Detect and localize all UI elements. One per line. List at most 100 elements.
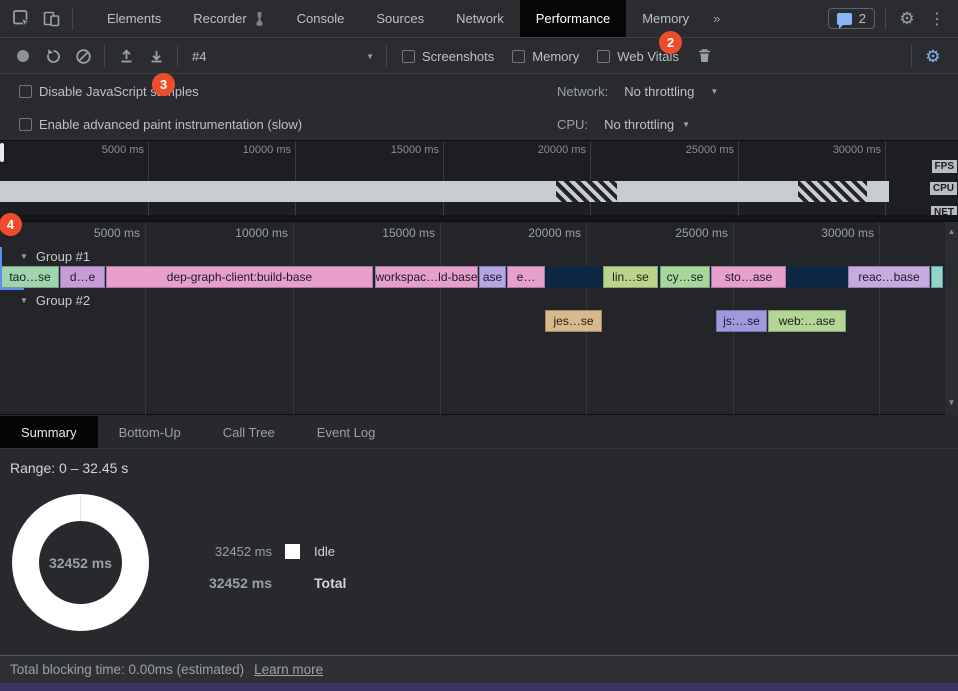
chevron-down-icon[interactable]: ▼ bbox=[710, 87, 718, 96]
overview-gridline bbox=[590, 141, 591, 216]
overview-gridline bbox=[443, 141, 444, 216]
checkbox-icon bbox=[19, 85, 32, 98]
overview-gridline bbox=[295, 141, 296, 216]
group-1-track: tao…sed…edep-graph-client:build-basework… bbox=[0, 266, 945, 288]
timeline-overview[interactable]: 5000 ms10000 ms15000 ms20000 ms25000 ms3… bbox=[0, 140, 958, 222]
flame-tick-label: 15000 ms bbox=[382, 226, 435, 240]
overview-gridline bbox=[148, 141, 149, 216]
settings-row-2: Enable advanced paint instrumentation (s… bbox=[0, 108, 958, 141]
flask-icon bbox=[254, 12, 265, 26]
checkbox-icon bbox=[19, 118, 32, 131]
screenshots-checkbox[interactable]: Screenshots bbox=[402, 49, 494, 64]
flame-tick-label: 20000 ms bbox=[528, 226, 581, 240]
cpu-activity-band bbox=[0, 181, 889, 202]
divider bbox=[72, 8, 73, 30]
vertical-scrollbar[interactable]: ▲ ▼ bbox=[945, 222, 958, 415]
more-tabs-button[interactable]: » bbox=[705, 0, 728, 37]
clear-button[interactable] bbox=[68, 41, 98, 71]
save-profile-icon[interactable] bbox=[141, 41, 171, 71]
tab-recorder[interactable]: Recorder bbox=[177, 0, 280, 37]
annotation-badge-3[interactable]: 3 bbox=[152, 73, 175, 96]
legend-label: Idle bbox=[314, 544, 335, 559]
legend-swatch-spacer bbox=[285, 575, 300, 590]
chevron-expanded-icon: ▼ bbox=[20, 252, 28, 261]
total-blocking-time-text: Total blocking time: 0.00ms (estimated) bbox=[10, 662, 244, 677]
capture-settings-gear-icon[interactable]: ⚙ bbox=[918, 41, 948, 71]
issues-count: 2 bbox=[859, 11, 866, 26]
flame-event-bar[interactable]: jes…se bbox=[545, 310, 602, 332]
tab-performance[interactable]: Performance bbox=[520, 0, 626, 37]
memory-checkbox[interactable]: Memory bbox=[512, 49, 579, 64]
trash-icon[interactable] bbox=[690, 41, 720, 71]
devtools-window: ElementsRecorderConsoleSourcesNetworkPer… bbox=[0, 0, 958, 691]
network-throttling-select[interactable]: No throttling bbox=[624, 84, 694, 99]
record-button[interactable] bbox=[8, 41, 38, 71]
overview-tick-label: 10000 ms bbox=[243, 144, 291, 156]
load-profile-icon[interactable] bbox=[111, 41, 141, 71]
annotation-badge-4[interactable]: 4 bbox=[0, 213, 22, 236]
settings-gear-icon[interactable]: ⚙ bbox=[892, 4, 922, 34]
cpu-hatched-region bbox=[798, 181, 867, 202]
tab-elements[interactable]: Elements bbox=[91, 0, 177, 37]
detail-tabs: SummaryBottom-UpCall TreeEvent Log bbox=[0, 416, 958, 449]
legend-value: 32452 ms bbox=[190, 544, 272, 559]
issues-counter-button[interactable]: 2 bbox=[828, 8, 875, 29]
advanced-paint-checkbox[interactable]: Enable advanced paint instrumentation (s… bbox=[19, 117, 302, 132]
status-bar: Total blocking time: 0.00ms (estimated) … bbox=[0, 655, 958, 683]
detail-tab-event-log[interactable]: Event Log bbox=[296, 416, 397, 448]
checkbox-icon bbox=[402, 50, 415, 63]
cpu-label: CPU: bbox=[557, 117, 588, 132]
inspect-element-icon[interactable] bbox=[6, 4, 36, 34]
flame-event-bar[interactable]: ase bbox=[479, 266, 506, 288]
divider bbox=[386, 45, 387, 67]
flame-event-bar[interactable]: sto…ase bbox=[711, 266, 786, 288]
cpu-throttling-control: CPU: No throttling ▼ bbox=[557, 108, 690, 141]
flame-event-bar[interactable]: js:…se bbox=[716, 310, 767, 332]
panel-settings: ⚙ bbox=[905, 41, 958, 71]
legend-row: 32452 ms Idle bbox=[190, 536, 346, 567]
group-2-header[interactable]: ▼ Group #2 bbox=[0, 291, 940, 309]
learn-more-link[interactable]: Learn more bbox=[254, 662, 323, 677]
scroll-down-icon[interactable]: ▼ bbox=[945, 398, 958, 407]
flame-event-bar[interactable]: tao…se bbox=[1, 266, 59, 288]
device-toolbar-icon[interactable] bbox=[36, 4, 66, 34]
reload-and-record-button[interactable] bbox=[38, 41, 68, 71]
range-label: Range: 0 – 32.45 s bbox=[10, 460, 128, 476]
scroll-up-icon[interactable]: ▲ bbox=[945, 227, 958, 236]
flame-event-bar[interactable]: e… bbox=[507, 266, 545, 288]
session-history-select[interactable]: #4 ▼ bbox=[184, 49, 380, 64]
overview-tick-label: 25000 ms bbox=[686, 144, 734, 156]
flame-event-bar[interactable]: dep-graph-client:build-base bbox=[106, 266, 373, 288]
flame-event-bar[interactable]: d…e bbox=[60, 266, 105, 288]
detail-tab-call-tree[interactable]: Call Tree bbox=[202, 416, 296, 448]
group-1-header[interactable]: ▼ Group #1 bbox=[0, 247, 940, 265]
annotation-badge-2[interactable]: 2 bbox=[659, 31, 682, 54]
divider bbox=[104, 45, 105, 67]
tab-sources[interactable]: Sources bbox=[360, 0, 440, 37]
flame-event-bar[interactable]: web:…ase bbox=[768, 310, 846, 332]
flame-tick-label: 5000 ms bbox=[94, 226, 140, 240]
flame-event-bar[interactable]: cy…se bbox=[660, 266, 710, 288]
flame-event-bar[interactable] bbox=[931, 266, 943, 288]
desktop-edge bbox=[0, 683, 958, 691]
group-2-track: jes…se js:…seweb:…ase bbox=[0, 310, 945, 332]
flame-chart[interactable]: 5000 ms10000 ms15000 ms20000 ms25000 ms3… bbox=[0, 222, 958, 415]
tab-network[interactable]: Network bbox=[440, 0, 520, 37]
tab-console[interactable]: Console bbox=[281, 0, 361, 37]
kebab-menu-icon[interactable]: ⋮ bbox=[922, 4, 952, 34]
flame-event-bar[interactable]: workspac…ld-base bbox=[375, 266, 478, 288]
detail-tab-bottom-up[interactable]: Bottom-Up bbox=[98, 416, 202, 448]
performance-toolbar: #4 ▼ ScreenshotsMemoryWeb Vitals ⚙ bbox=[0, 39, 958, 74]
detail-tab-summary[interactable]: Summary bbox=[0, 416, 98, 448]
flame-event-bar[interactable]: reac…base bbox=[848, 266, 930, 288]
chevron-down-icon[interactable]: ▼ bbox=[682, 120, 690, 129]
overview-left-resize-handle[interactable] bbox=[0, 143, 4, 162]
divider bbox=[885, 8, 886, 30]
checkbox-label: Screenshots bbox=[422, 49, 494, 64]
flame-event-bar[interactable]: lin…se bbox=[603, 266, 658, 288]
chevron-down-icon: ▼ bbox=[366, 52, 374, 61]
network-label: Network: bbox=[557, 84, 608, 99]
cpu-throttling-select[interactable]: No throttling bbox=[604, 117, 674, 132]
capture-settings-pane: Disable JavaScript samples Network: No t… bbox=[0, 75, 958, 140]
selection-marker bbox=[0, 288, 24, 290]
